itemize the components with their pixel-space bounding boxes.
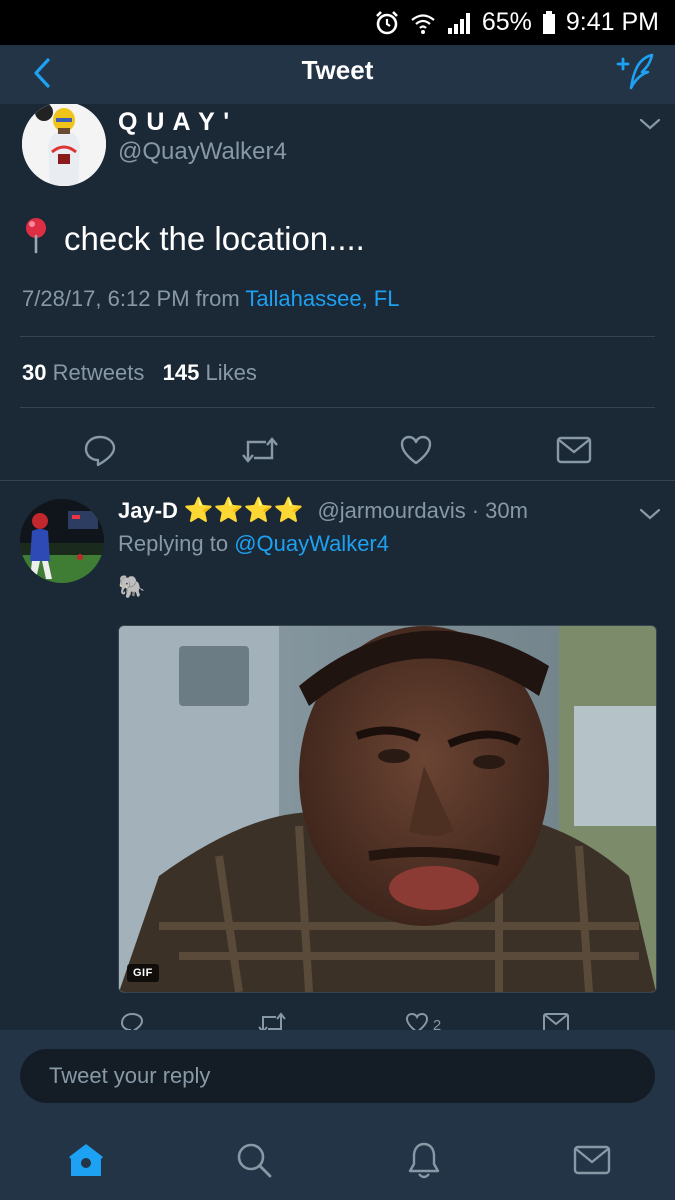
like-count: 145 [162,360,200,385]
tab-home[interactable] [61,1137,111,1187]
reply-author-stars: ⭐⭐⭐⭐ [183,497,304,524]
message-icon [542,1012,570,1030]
replying-to: Replying to @QuayWalker4 [118,531,389,557]
wifi-icon [410,11,436,35]
gif-frame [119,626,656,992]
chevron-down-icon [638,508,662,526]
tweet-body: check the location.... [64,220,365,257]
retweet-count: 30 [22,360,47,385]
like-stat[interactable]: 145 Likes [163,360,257,385]
gif-badge: GIF [127,964,159,982]
reply-author-avatar[interactable] [20,499,104,583]
reply-actions: 2 [100,1009,675,1030]
chevron-down-icon [638,118,662,136]
retweet-button[interactable] [238,432,282,472]
reply-like-count: 2 [432,1016,442,1031]
reply-icon [83,433,117,472]
pushpin-icon [22,216,50,262]
bottom-tab-bar [0,1122,675,1200]
message-icon [556,436,592,469]
status-bar: 65% 9:41 PM [0,0,675,45]
retweet-icon [257,1011,287,1030]
search-icon [235,1141,273,1184]
reply-author-handle[interactable]: @jarmourdavis [317,498,465,524]
tweet-detail: Q U A Y ' @QuayWalker4 check the locatio… [0,104,675,1030]
reply-like-button[interactable]: 2 [396,1011,450,1030]
reply-author-name[interactable]: Jay-D [118,498,178,524]
tab-notifications[interactable] [399,1137,449,1187]
reply-body: 🐘 [118,574,145,600]
reply-message-button[interactable] [540,1011,572,1030]
back-button[interactable] [22,53,62,97]
reply-reply-button[interactable] [118,1011,146,1030]
compose-tweet-button[interactable] [613,51,659,97]
battery-icon [542,10,556,35]
retweet-stat[interactable]: 30 Retweets [22,360,144,385]
divider [20,336,655,337]
messages-icon [573,1145,611,1180]
like-button[interactable] [396,432,436,472]
direct-message-button[interactable] [554,432,594,472]
home-icon [66,1141,106,1184]
tweet-actions [0,426,675,476]
replying-to-handle[interactable]: @QuayWalker4 [234,531,389,556]
tweet-metadata: 7/28/17, 6:12 PM from Tallahassee, FL [22,286,399,312]
navigation-bar: Tweet [0,45,675,104]
like-label: Likes [205,360,257,385]
tweet-location-link[interactable]: Tallahassee, FL [245,286,399,311]
like-icon [405,1012,429,1030]
battery-percent: 65% [481,8,532,36]
reply-header: Jay-D ⭐⭐⭐⭐ @jarmourdavis · 30m [118,496,528,525]
author-avatar[interactable] [20,104,108,188]
reply-composer-bar: Tweet your reply [0,1030,675,1122]
author-name[interactable]: Q U A Y ' [118,108,230,137]
divider [20,407,655,408]
signal-icon [446,11,472,35]
reply-icon [120,1011,144,1030]
tweet-timestamp: 7/28/17, 6:12 PM from [22,286,240,311]
tab-search[interactable] [229,1137,279,1187]
reply-emoji: 🐘 [118,574,146,599]
reply-timestamp: · 30m [471,497,528,523]
tweet-stats: 30 Retweets 145 Likes [22,360,257,386]
author-handle[interactable]: @QuayWalker4 [118,138,287,166]
page-title: Tweet [301,55,374,85]
tweet-options-chevron[interactable] [638,116,662,132]
notifications-icon [406,1140,442,1185]
status-bar-right: 65% 9:41 PM [374,0,659,45]
compose-icon [614,52,658,97]
reply-input[interactable]: Tweet your reply [20,1049,655,1103]
retweet-label: Retweets [52,360,145,385]
alarm-icon [374,10,400,36]
tab-messages[interactable] [567,1137,617,1187]
clock: 9:41 PM [565,8,659,36]
retweet-icon [240,434,280,471]
reply-gif-media[interactable]: GIF [118,625,657,993]
back-icon [32,57,52,94]
like-icon [399,434,433,471]
reply-button[interactable] [80,432,120,472]
reply-options-chevron[interactable] [638,506,662,522]
divider [0,480,675,481]
tweet-text: check the location.... [22,216,365,262]
replying-to-prefix: Replying to [118,531,229,556]
reply-retweet-button[interactable] [255,1011,289,1030]
